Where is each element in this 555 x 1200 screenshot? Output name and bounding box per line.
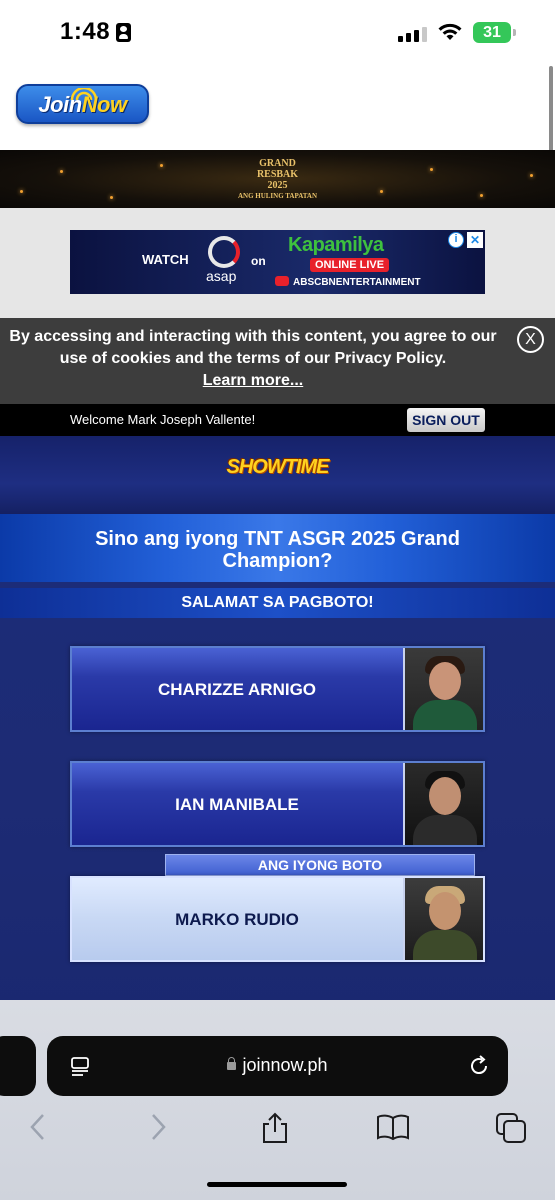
ad-watch-text: WATCH <box>142 252 189 267</box>
learn-more-link[interactable]: Learn more... <box>8 370 498 392</box>
ad-kapamilya-text: Kapamilya <box>288 234 384 256</box>
url-display[interactable]: joinnow.ph <box>47 1055 508 1076</box>
lock-icon <box>227 1057 237 1070</box>
browser-nav-row <box>0 1112 555 1152</box>
vote-area: SHOWTIME Sino ang iyong TNT ASGR 2025 Gr… <box>0 436 555 1036</box>
logo-text: JoinNow <box>38 92 127 117</box>
candidate-card[interactable]: CHARIZZE ARNIGO <box>70 646 485 732</box>
vote-question: Sino ang iyong TNT ASGR 2025 Grand Champ… <box>95 528 460 572</box>
ad-controls: i ✕ <box>448 232 483 248</box>
status-bar: 1:48 31 <box>0 0 555 62</box>
ad-on-text: on <box>251 254 266 268</box>
welcome-bar: Welcome Mark Joseph Vallente! SIGN OUT <box>0 404 555 436</box>
ad-channel: ABSCBNENTERTAINMENT <box>275 276 421 288</box>
bookmarks-icon[interactable] <box>375 1112 411 1142</box>
candidate-card[interactable]: IAN MANIBALE <box>70 761 485 847</box>
candidate-photo <box>403 648 483 730</box>
candidate-name: MARKO RUDIO <box>175 910 299 929</box>
battery-icon: 31 <box>473 22 511 43</box>
candidate-name: CHARIZZE ARNIGO <box>157 680 317 699</box>
home-indicator <box>207 1182 347 1187</box>
ad-info-icon[interactable]: i <box>448 232 464 248</box>
ad-area: WATCH asap on Kapamilya ONLINE LIVE ABSC… <box>0 208 555 318</box>
showtime-logo: SHOWTIME <box>226 456 330 478</box>
reload-icon[interactable] <box>467 1054 491 1078</box>
question-band: Sino ang iyong TNT ASGR 2025 Grand Champ… <box>0 514 555 582</box>
forward-icon[interactable] <box>148 1112 168 1142</box>
kapamilya-ad[interactable]: WATCH asap on Kapamilya ONLINE LIVE ABSC… <box>70 230 485 294</box>
page: 1:48 31 JoinNow GRAND RESBAK 2025 ANG HU… <box>0 0 555 1200</box>
site-header: JoinNow <box>0 62 555 150</box>
tabs-icon[interactable] <box>495 1112 527 1144</box>
candidate-photo <box>403 763 483 845</box>
thanks-band: SALAMAT SA PAGBOTO! <box>0 588 555 618</box>
thanks-message: SALAMAT SA PAGBOTO! <box>181 594 374 611</box>
share-icon[interactable] <box>260 1112 290 1144</box>
asap-logo: asap <box>204 236 244 284</box>
wifi-icon <box>438 23 462 40</box>
battery-level: 31 <box>483 24 501 41</box>
sign-out-button[interactable]: SIGN OUT <box>407 408 485 432</box>
back-icon[interactable] <box>28 1112 48 1142</box>
clock: 1:48 <box>60 18 111 45</box>
contact-card-icon <box>116 23 131 42</box>
candidate-name: IAN MANIBALE <box>175 795 299 814</box>
youtube-icon <box>275 276 289 286</box>
welcome-text: Welcome Mark Joseph Vallente! <box>70 412 256 427</box>
cookie-notice: By accessing and interacting with this c… <box>0 318 555 404</box>
cellular-signal-icon <box>398 26 428 42</box>
cookie-close-button[interactable]: X <box>517 326 544 353</box>
your-vote-label: ANG IYONG BOTO <box>165 854 475 876</box>
ad-close-icon[interactable]: ✕ <box>467 232 483 248</box>
browser-toolbar: joinnow.ph <box>0 1000 555 1200</box>
ad-online-live-badge: ONLINE LIVE <box>310 258 390 272</box>
previous-tab-preview[interactable] <box>0 1036 36 1096</box>
banner-title: GRAND RESBAK 2025 ANG HULING TAPATAN <box>237 158 318 200</box>
joinnow-logo[interactable]: JoinNow <box>16 84 149 124</box>
cookie-text: By accessing and interacting with this c… <box>8 326 498 392</box>
grand-resbak-banner: GRAND RESBAK 2025 ANG HULING TAPATAN <box>0 150 555 208</box>
candidate-card-selected[interactable]: MARKO RUDIO <box>70 876 485 962</box>
address-bar[interactable]: joinnow.ph <box>47 1036 508 1096</box>
candidate-photo <box>403 878 483 960</box>
battery-tip <box>513 29 516 36</box>
